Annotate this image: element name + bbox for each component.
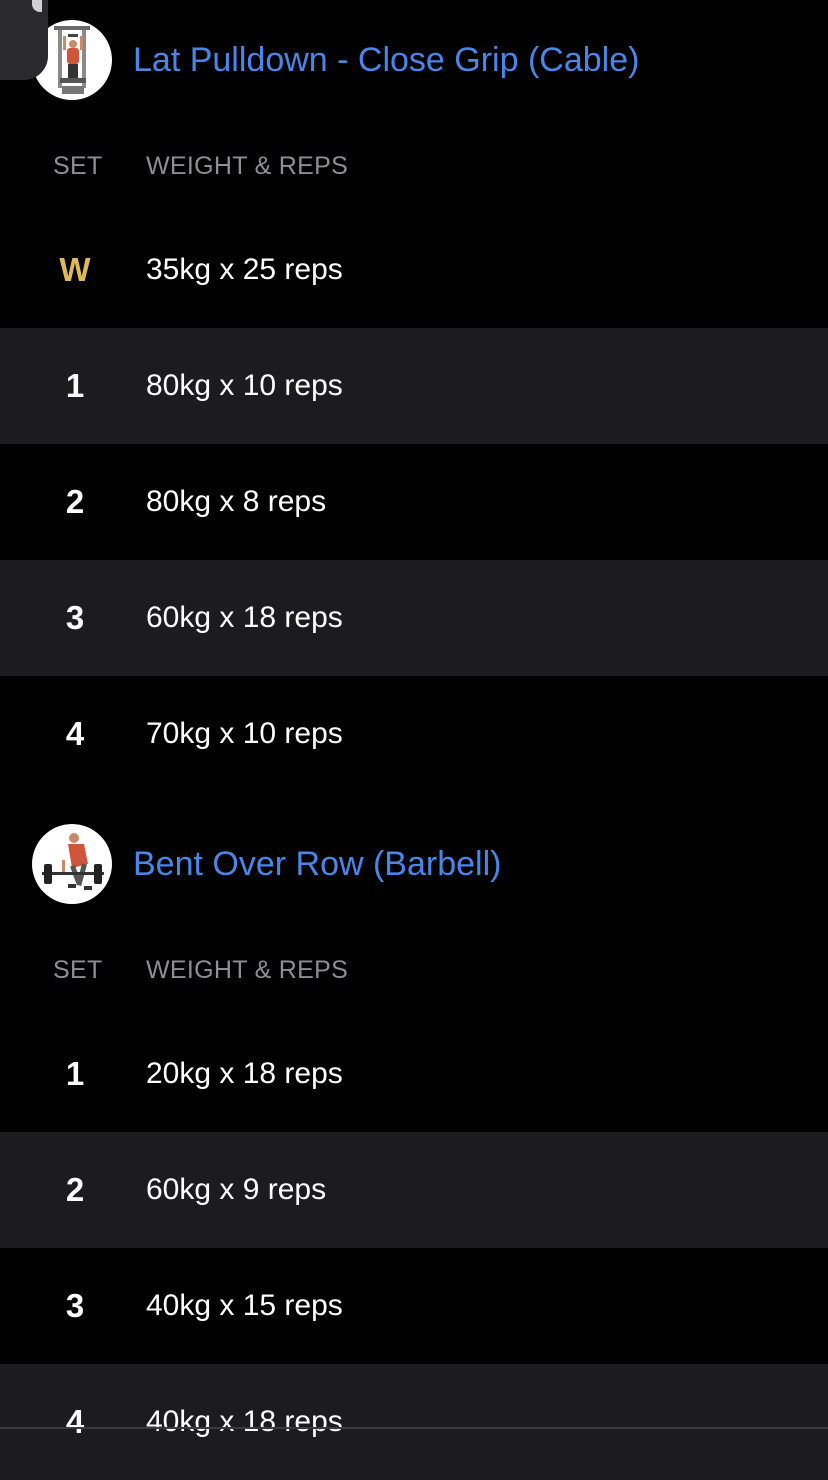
barbell-row-exercise-icon[interactable] (32, 824, 112, 904)
exercise-header[interactable]: Bent Over Row (Barbell) (0, 804, 828, 924)
set-weight-reps: 80kg x 8 reps (146, 485, 327, 518)
set-number: 2 (65, 483, 85, 520)
set-number: 1 (65, 1055, 85, 1092)
set-row: 3 40kg x 15 reps (0, 1248, 828, 1364)
exercise-header[interactable]: Lat Pulldown - Close Grip (Cable) (0, 0, 828, 120)
sets-column-header: SET WEIGHT & REPS (0, 924, 828, 1016)
set-row: 1 20kg x 18 reps (0, 1016, 828, 1132)
exercise-card: Bent Over Row (Barbell) SET WEIGHT & REP… (0, 804, 828, 1480)
overlay-handle (0, 0, 48, 80)
set-number: 1 (65, 367, 85, 404)
set-row: 2 80kg x 8 reps (0, 444, 828, 560)
set-number-warmup: W (59, 251, 91, 288)
set-number: 4 (65, 715, 85, 752)
set-weight-reps: 20kg x 18 reps (146, 1057, 343, 1090)
set-weight-reps: 40kg x 15 reps (146, 1289, 343, 1322)
set-row: 2 60kg x 9 reps (0, 1132, 828, 1248)
weight-reps-column-label: WEIGHT & REPS (146, 956, 349, 984)
weight-reps-column-label: WEIGHT & REPS (146, 152, 349, 180)
set-row: 4 70kg x 10 reps (0, 676, 828, 792)
exercise-card: Lat Pulldown - Close Grip (Cable) SET WE… (0, 0, 828, 792)
set-number: 4 (65, 1403, 85, 1440)
set-row: 4 40kg x 18 reps (0, 1364, 828, 1480)
set-weight-reps: 40kg x 18 reps (146, 1405, 343, 1438)
set-column-label: SET (53, 956, 103, 984)
set-weight-reps: 35kg x 25 reps (146, 253, 343, 286)
set-weight-reps: 70kg x 10 reps (146, 717, 343, 750)
set-weight-reps: 80kg x 10 reps (146, 369, 343, 402)
set-column-label: SET (53, 152, 103, 180)
sets-column-header: SET WEIGHT & REPS (0, 120, 828, 212)
set-number: 2 (65, 1171, 85, 1208)
set-weight-reps: 60kg x 18 reps (146, 601, 343, 634)
set-weight-reps: 60kg x 9 reps (146, 1173, 327, 1206)
bottom-divider (0, 1427, 828, 1429)
set-row: W 35kg x 25 reps (0, 212, 828, 328)
exercise-title[interactable]: Lat Pulldown - Close Grip (Cable) (133, 38, 639, 82)
set-number: 3 (65, 599, 85, 636)
set-row: 1 80kg x 10 reps (0, 328, 828, 444)
exercise-title[interactable]: Bent Over Row (Barbell) (133, 842, 501, 886)
set-number: 3 (65, 1287, 85, 1324)
set-row: 3 60kg x 18 reps (0, 560, 828, 676)
